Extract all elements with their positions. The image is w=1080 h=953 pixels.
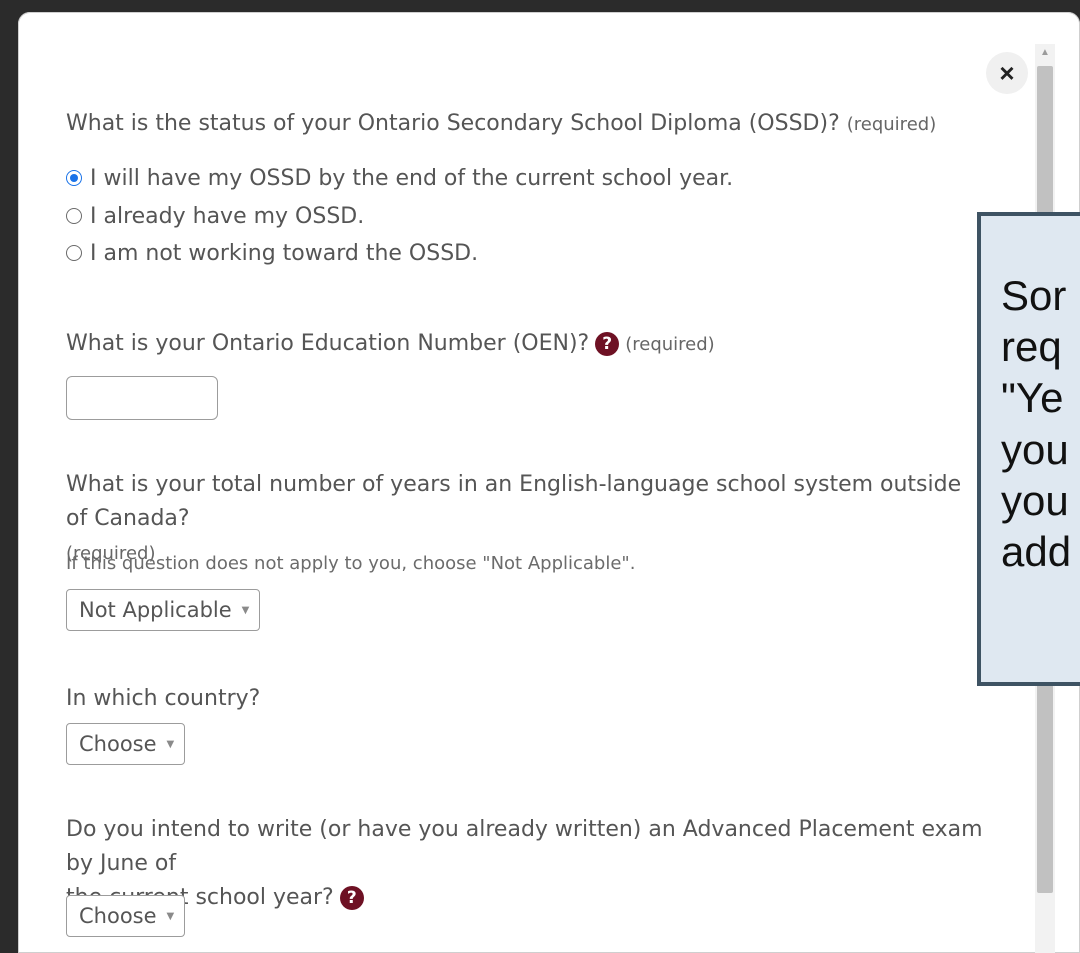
application-question-modal: × ▲ What is the status of your Ontario S…: [18, 12, 1080, 953]
radio-option-label: I will have my OSSD by the end of the cu…: [90, 165, 734, 191]
years-outside-canada-select[interactable]: Not Applicable ▼: [66, 589, 261, 631]
ossd-question-label: What is the status of your Ontario Secon…: [66, 111, 840, 136]
country-question-label: In which country?: [66, 686, 261, 711]
oen-input[interactable]: [66, 376, 218, 420]
select-value: Not Applicable: [79, 598, 232, 622]
oen-question-label: What is your Ontario Education Number (O…: [66, 331, 590, 356]
country-question: In which country?: [66, 682, 986, 716]
callout-line-3: "Ye: [1001, 374, 1064, 422]
callout-line-5: you: [1001, 476, 1069, 524]
select-value: Choose: [79, 904, 157, 928]
ap-exam-select[interactable]: Choose ▼: [66, 895, 186, 937]
caret-down-icon: ▼: [166, 739, 175, 750]
close-icon: ×: [999, 58, 1015, 88]
radio-option-label: I am not working toward the OSSD.: [90, 240, 479, 266]
callout-line-4: you: [1001, 425, 1069, 473]
select-value: Choose: [79, 732, 157, 756]
caret-down-icon: ▼: [241, 605, 250, 616]
years-outside-canada-label: What is your total number of years in an…: [66, 472, 962, 532]
instruction-callout: Sor req "Ye you you add: [977, 212, 1080, 686]
required-indicator: (required): [846, 114, 937, 135]
page: × ▲ What is the status of your Ontario S…: [0, 0, 1080, 953]
oen-question: What is your Ontario Education Number (O…: [66, 327, 986, 361]
callout-line-1: Sor: [1001, 272, 1067, 319]
help-icon[interactable]: ?: [339, 886, 364, 911]
radio-checked-icon[interactable]: [66, 170, 82, 186]
radio-option-already-have-ossd[interactable]: I already have my OSSD.: [66, 202, 364, 230]
help-icon[interactable]: ?: [595, 332, 620, 356]
required-indicator: (required): [625, 334, 715, 355]
country-select[interactable]: Choose ▼: [66, 723, 186, 765]
radio-option-label: I already have my OSSD.: [90, 203, 365, 229]
years-outside-canada-hint: If this question does not apply to you, …: [66, 553, 636, 574]
ap-exam-label-line-1: Do you intend to write (or have you alre…: [66, 817, 983, 877]
scroll-up-icon[interactable]: ▲: [1035, 44, 1055, 62]
radio-option-not-working-toward-ossd[interactable]: I am not working toward the OSSD.: [66, 239, 478, 267]
ap-exam-question: Do you intend to write (or have you alre…: [66, 813, 986, 915]
radio-unchecked-icon[interactable]: [66, 208, 82, 224]
close-button[interactable]: ×: [986, 52, 1028, 94]
callout-line-6: add: [1001, 528, 1072, 576]
ossd-question: What is the status of your Ontario Secon…: [66, 107, 986, 141]
callout-line-2: req: [1001, 323, 1062, 371]
radio-unchecked-icon[interactable]: [66, 245, 82, 261]
radio-option-ossd-by-end-of-year[interactable]: I will have my OSSD by the end of the cu…: [66, 164, 733, 192]
caret-down-icon: ▼: [166, 911, 175, 922]
